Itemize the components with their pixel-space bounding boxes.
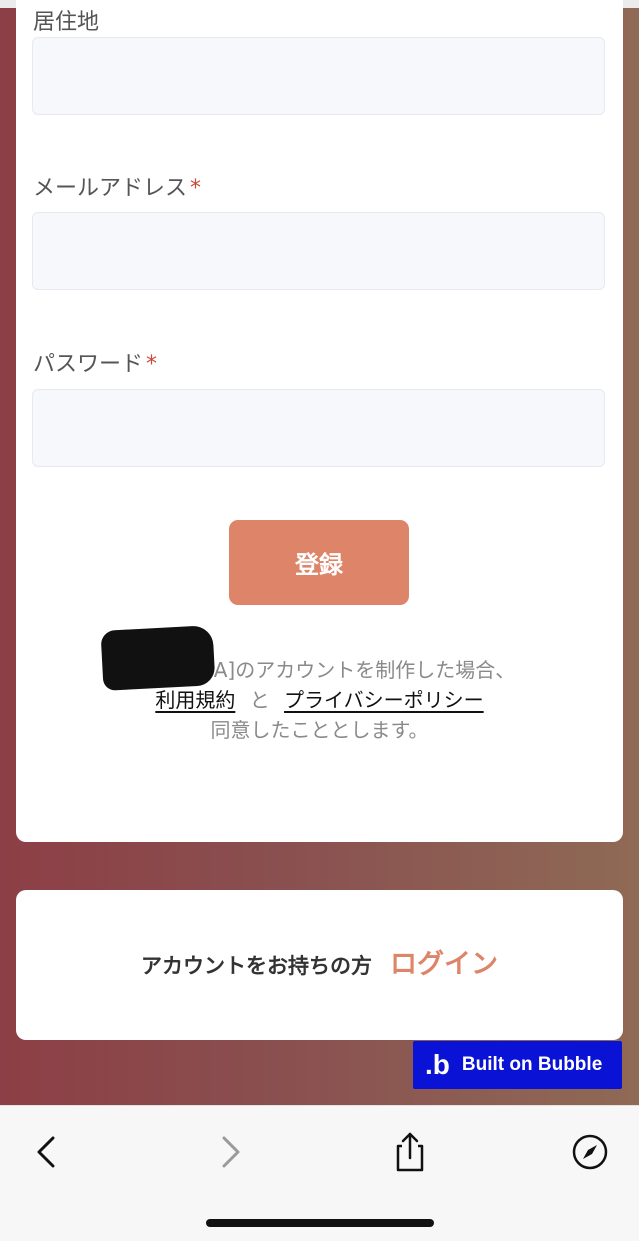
back-button[interactable] <box>22 1128 70 1176</box>
privacy-link[interactable]: プライバシーポリシー <box>284 688 484 712</box>
compass-icon <box>572 1134 608 1170</box>
compass-button[interactable] <box>566 1128 614 1176</box>
bubble-logo-icon: .b <box>425 1049 450 1080</box>
residence-label: 居住地 <box>33 10 100 35</box>
notice-line-3: 同意したこととします。 <box>210 718 429 742</box>
notice-line-2: 利用規約 と プライバシーポリシー <box>16 684 623 713</box>
login-link[interactable]: ログイン <box>390 942 498 981</box>
share-button[interactable] <box>386 1128 434 1176</box>
signup-form-card: 居住地 メールアドレス * パスワード * 登録 A]のアカウントを制作した場合、 … <box>16 0 623 842</box>
required-mark: * <box>190 176 202 201</box>
and-text: と <box>249 688 270 712</box>
register-button[interactable]: 登録 <box>229 520 409 605</box>
share-icon <box>396 1132 424 1172</box>
chevron-right-icon <box>222 1136 240 1168</box>
home-indicator <box>206 1219 434 1227</box>
have-account-text: アカウントをお持ちの方 <box>141 954 372 978</box>
required-mark: * <box>146 352 158 377</box>
built-on-bubble-badge[interactable]: .b Built on Bubble <box>413 1041 622 1089</box>
login-card: アカウントをお持ちの方 ログイン <box>16 890 623 1040</box>
chevron-left-icon <box>37 1136 55 1168</box>
badge-text: Built on Bubble <box>461 1054 603 1075</box>
residence-input[interactable] <box>32 37 605 115</box>
password-input[interactable] <box>32 389 605 467</box>
redaction-mark <box>100 625 216 691</box>
email-input[interactable] <box>32 212 605 290</box>
terms-link[interactable]: 利用規約 <box>155 688 235 712</box>
email-label: メールアドレス * <box>33 176 202 201</box>
forward-button[interactable] <box>207 1128 255 1176</box>
password-label: パスワード * <box>33 352 158 377</box>
